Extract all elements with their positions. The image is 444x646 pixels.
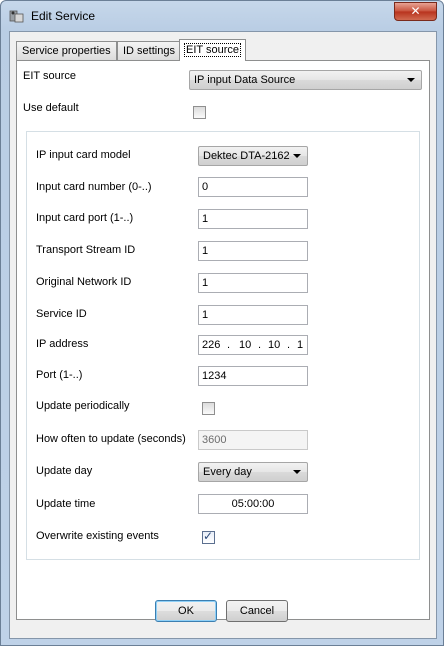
eit-source-panel: EIT source IP input Data Source Use defa…	[16, 60, 430, 620]
card-number-input[interactable]: 0	[198, 177, 308, 197]
ip-source-settings-group: IP input card model Dektec DTA-2162 Inpu…	[26, 131, 420, 560]
update-periodically-checkbox[interactable]	[202, 402, 215, 415]
ts-id-label: Transport Stream ID	[36, 244, 136, 256]
onid-value: 1	[202, 277, 209, 289]
chevron-down-icon	[293, 154, 301, 158]
how-often-input[interactable]: 3600	[198, 430, 308, 450]
onid-label: Original Network ID	[36, 276, 132, 288]
tab-eit-source[interactable]: EIT source	[179, 39, 246, 61]
chevron-down-icon	[407, 78, 415, 82]
card-model-value: Dektec DTA-2162	[203, 150, 290, 162]
port-input[interactable]: 1234	[198, 366, 308, 386]
tab-id-settings[interactable]: ID settings	[117, 41, 181, 60]
tab-label: EIT source	[184, 43, 241, 57]
eit-source-select[interactable]: IP input Data Source	[189, 70, 422, 90]
ok-button-label: OK	[178, 605, 194, 617]
eit-source-value: IP input Data Source	[194, 74, 296, 86]
ts-id-value: 1	[202, 245, 209, 257]
chevron-down-icon	[293, 470, 301, 474]
update-time-input[interactable]: 05:00:00	[198, 494, 308, 514]
card-port-label: Input card port (1-..)	[36, 212, 134, 224]
card-number-label: Input card number (0-..)	[36, 181, 152, 193]
update-day-value: Every day	[203, 466, 252, 478]
ok-button[interactable]: OK	[155, 600, 217, 622]
service-id-label: Service ID	[36, 308, 87, 320]
service-id-input[interactable]: 1	[198, 305, 308, 325]
overwrite-label: Overwrite existing events	[36, 530, 159, 542]
ip-address-label: IP address	[36, 338, 89, 350]
card-port-value: 1	[202, 213, 209, 225]
close-icon: ✕	[410, 4, 421, 18]
dialog-client-area: Service properties ID settings EIT sourc…	[9, 31, 437, 639]
tab-service-properties[interactable]: Service properties	[16, 41, 117, 60]
ip-octet-4[interactable]: 1	[297, 336, 303, 354]
update-day-label: Update day	[36, 465, 93, 477]
ip-octet-1[interactable]: 226	[202, 336, 220, 354]
use-default-label: Use default	[23, 102, 79, 114]
port-value: 1234	[202, 370, 227, 382]
ip-dot: .	[227, 339, 231, 351]
update-time-label: Update time	[36, 498, 96, 510]
how-often-label: How often to update (seconds)	[36, 433, 186, 445]
edit-service-window: Edit Service ✕ Service properties ID set…	[0, 0, 444, 646]
checkmark-icon: ✓	[203, 529, 214, 543]
cancel-button[interactable]: Cancel	[226, 600, 288, 622]
tab-label: Service properties	[22, 45, 111, 57]
how-often-value: 3600	[202, 434, 227, 446]
tab-label: ID settings	[123, 45, 175, 57]
card-number-value: 0	[202, 181, 209, 193]
update-periodically-label: Update periodically	[36, 400, 130, 412]
close-button[interactable]: ✕	[394, 2, 437, 21]
ip-dot: .	[258, 339, 262, 351]
onid-input[interactable]: 1	[198, 273, 308, 293]
card-model-label: IP input card model	[36, 149, 131, 161]
title-bar: Edit Service ✕	[1, 1, 443, 31]
use-default-checkbox[interactable]	[193, 106, 206, 119]
app-icon	[9, 10, 24, 23]
update-day-select[interactable]: Every day	[198, 462, 308, 482]
card-port-input[interactable]: 1	[198, 209, 308, 229]
window-title: Edit Service	[31, 9, 96, 23]
eit-source-label: EIT source	[23, 70, 76, 82]
ip-dot: .	[287, 339, 291, 351]
card-model-select[interactable]: Dektec DTA-2162	[198, 146, 308, 166]
ip-octet-2[interactable]: 10	[239, 336, 251, 354]
service-id-value: 1	[202, 309, 209, 321]
ip-octet-3[interactable]: 10	[268, 336, 280, 354]
cancel-button-label: Cancel	[239, 605, 275, 617]
ip-address-input[interactable]: 226 . 10 . 10 . 1	[198, 335, 308, 355]
overwrite-checkbox[interactable]: ✓	[202, 529, 215, 544]
update-time-value: 05:00:00	[231, 498, 275, 510]
ts-id-input[interactable]: 1	[198, 241, 308, 261]
port-label: Port (1-..)	[36, 369, 83, 381]
